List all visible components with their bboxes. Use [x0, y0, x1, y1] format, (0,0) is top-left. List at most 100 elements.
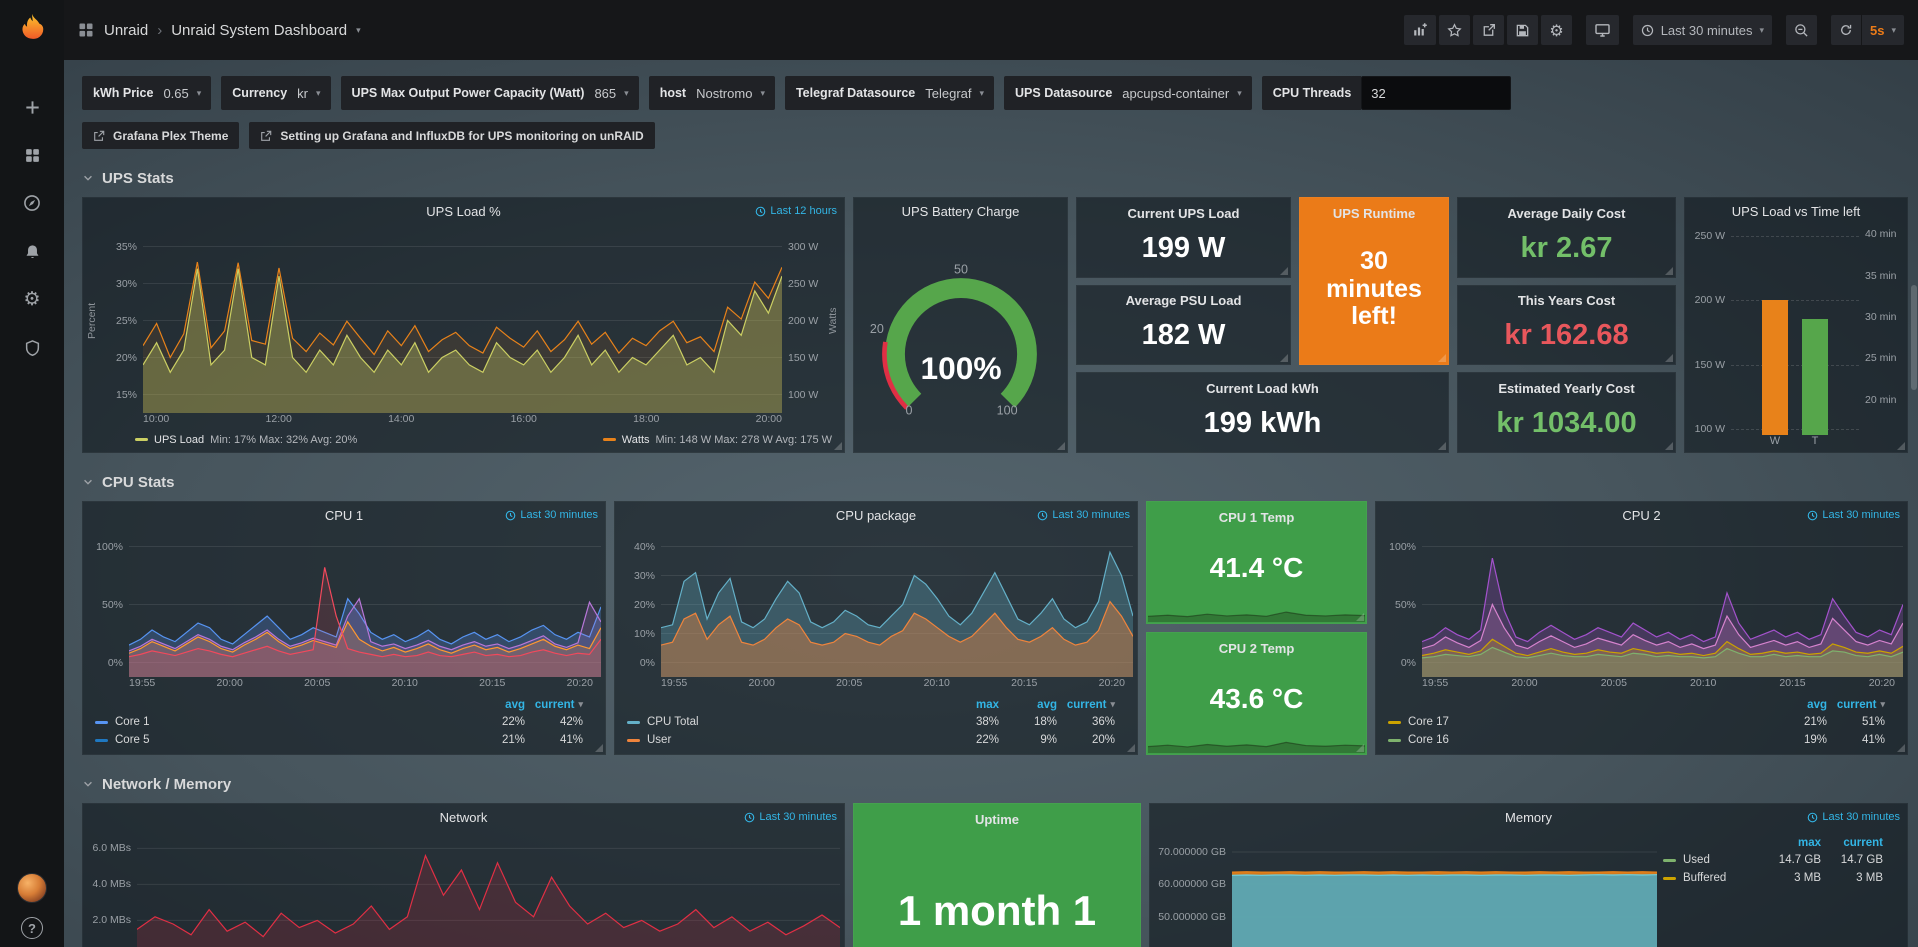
legend-row: Used 14.7 GB 14.7 GB: [1663, 851, 1883, 869]
sidebar-item-configuration[interactable]: ⚙: [10, 280, 54, 318]
scrollbar[interactable]: [1910, 60, 1918, 947]
bar-label: W: [1762, 435, 1788, 452]
add-panel-button[interactable]: [1404, 15, 1436, 45]
legend-series[interactable]: Core 17: [1388, 716, 1769, 728]
panel-title[interactable]: CPU 1 Temp: [1147, 505, 1366, 529]
panel-time-range-link[interactable]: Last 30 minutes: [1807, 811, 1900, 823]
variable-value-dropdown[interactable]: Telegraf▾: [920, 86, 994, 101]
cpu-threads-input[interactable]: [1361, 76, 1511, 110]
panel-title[interactable]: UPS Load %: [83, 204, 844, 219]
legend-value: 19%: [1769, 734, 1827, 746]
legend-series[interactable]: CPU Total: [627, 716, 941, 728]
panel-time-range-link[interactable]: Last 12 hours: [755, 205, 837, 217]
panel-title[interactable]: UPS Runtime: [1300, 201, 1448, 225]
variable-value-dropdown[interactable]: apcupsd-container▾: [1117, 86, 1252, 101]
ts-y: 250 W200 W150 W100 W: [1687, 228, 1731, 435]
legend-col-avg[interactable]: avg: [1769, 699, 1827, 711]
panel-title[interactable]: Estimated Yearly Cost: [1458, 376, 1675, 400]
variable-value-dropdown[interactable]: 0.65▾: [158, 86, 211, 101]
panel-header[interactable]: UPS Battery Charge: [854, 198, 1067, 224]
scrollbar-thumb[interactable]: [1911, 285, 1917, 390]
breadcrumb-app[interactable]: Unraid: [104, 22, 148, 39]
legend-col-max[interactable]: max: [941, 699, 999, 711]
panel-header[interactable]: Network Last 30 minutes: [83, 804, 844, 830]
dashboard-grid-icon[interactable]: [78, 22, 94, 38]
legend-header: max avg current▾: [627, 696, 1115, 713]
panel-header[interactable]: CPU package Last 30 minutes: [615, 502, 1137, 528]
legend-col-avg[interactable]: avg: [467, 699, 525, 711]
panel-header[interactable]: CPU 2 Last 30 minutes: [1376, 502, 1907, 528]
x-tick-label: 20:00: [217, 677, 243, 689]
panel-title[interactable]: Uptime: [854, 807, 1140, 831]
legend-value: 42%: [525, 716, 583, 728]
section-cpu-stats[interactable]: CPU Stats: [82, 463, 1908, 501]
grafana-logo[interactable]: [15, 10, 49, 44]
panel-header[interactable]: UPS Load % Last 12 hours: [83, 198, 844, 224]
sidebar-item-create[interactable]: [10, 88, 54, 126]
legend-series[interactable]: Core 5: [95, 734, 467, 746]
panel-time-range-link[interactable]: Last 30 minutes: [505, 509, 598, 521]
sidebar-item-explore[interactable]: [10, 184, 54, 222]
share-button[interactable]: [1473, 15, 1504, 45]
panel-title[interactable]: Average Daily Cost: [1458, 201, 1675, 225]
dashboard-action-group: ⚙: [1404, 15, 1571, 45]
section-title: CPU Stats: [102, 474, 175, 491]
sidebar-item-help[interactable]: ?: [10, 917, 54, 939]
legend-col-current[interactable]: current▾: [1827, 699, 1885, 711]
ups-load-chart: Percent35%30%25%20%15%300 W250 W200 W150…: [83, 224, 844, 430]
user-avatar[interactable]: [17, 873, 47, 903]
sidebar-item-server-admin[interactable]: [10, 328, 54, 366]
variable-value-dropdown[interactable]: 865▾: [589, 86, 638, 101]
panel-title[interactable]: UPS Load vs Time left: [1685, 204, 1907, 219]
panel-title[interactable]: Current UPS Load: [1077, 201, 1290, 225]
dashboard-settings-button[interactable]: ⚙: [1541, 15, 1571, 45]
save-button[interactable]: [1507, 15, 1538, 45]
legend-series[interactable]: Core 1: [95, 716, 467, 728]
refresh-interval-button[interactable]: 5s ▾: [1862, 15, 1904, 45]
panel-title[interactable]: CPU 2 Temp: [1147, 636, 1366, 660]
variable-value-dropdown[interactable]: kr▾: [292, 86, 330, 101]
panel-header[interactable]: CPU 1 Last 30 minutes: [83, 502, 605, 528]
sidebar-item-dashboards[interactable]: [10, 136, 54, 174]
x-tick-label: 19:55: [661, 677, 687, 689]
panel-title[interactable]: Average PSU Load: [1077, 289, 1290, 313]
sidebar-item-alerting[interactable]: [10, 232, 54, 270]
legend-col-avg[interactable]: avg: [999, 699, 1057, 711]
link-ups-monitoring-guide[interactable]: Setting up Grafana and InfluxDB for UPS …: [249, 122, 654, 149]
legend-series[interactable]: Buffered: [1663, 872, 1759, 884]
panel-title[interactable]: Memory: [1150, 810, 1907, 825]
panel-time-range-link[interactable]: Last 30 minutes: [1037, 509, 1130, 521]
legend-series[interactable]: Used: [1663, 854, 1759, 866]
zoom-out-button[interactable]: [1786, 15, 1817, 45]
section-ups-stats[interactable]: UPS Stats: [82, 159, 1908, 197]
star-button[interactable]: [1439, 15, 1470, 45]
panel-title[interactable]: UPS Battery Charge: [854, 204, 1067, 219]
cycle-view-button[interactable]: [1586, 15, 1619, 45]
legend-col-current[interactable]: current: [1821, 837, 1883, 849]
legend-series[interactable]: Core 16: [1388, 734, 1769, 746]
legend-series[interactable]: User: [627, 734, 941, 746]
link-grafana-plex-theme[interactable]: Grafana Plex Theme: [82, 122, 239, 149]
panel-header[interactable]: Memory Last 30 minutes: [1150, 804, 1907, 830]
caret-down-icon[interactable]: ▾: [356, 26, 361, 35]
panel-header[interactable]: UPS Load vs Time left: [1685, 198, 1907, 224]
panel-title[interactable]: Network: [83, 810, 844, 825]
legend-item-ups-load[interactable]: UPS Load Min: 17% Max: 32% Avg: 20%: [135, 434, 357, 446]
x-tick-label: 20:00: [1511, 677, 1537, 689]
legend-item-watts[interactable]: Watts Min: 148 W Max: 278 W Avg: 175 W: [603, 434, 832, 446]
variable-value-dropdown[interactable]: Nostromo▾: [691, 86, 775, 101]
legend-value: 18%: [999, 716, 1057, 728]
legend-col-current[interactable]: current▾: [525, 699, 583, 711]
panel-title[interactable]: This Years Cost: [1458, 289, 1675, 313]
panel-time-range-link[interactable]: Last 30 minutes: [1807, 509, 1900, 521]
refresh-button[interactable]: [1831, 15, 1861, 45]
panel-time-range-link[interactable]: Last 30 minutes: [744, 811, 837, 823]
gear-icon: ⚙: [1549, 21, 1563, 40]
panel-title[interactable]: Current Load kWh: [1077, 376, 1448, 400]
section-network-memory[interactable]: Network / Memory: [82, 765, 1908, 803]
time-range-button[interactable]: Last 30 minutes ▾: [1633, 15, 1772, 45]
legend-col-max[interactable]: max: [1759, 837, 1821, 849]
legend-col-current[interactable]: current▾: [1057, 699, 1115, 711]
breadcrumb-page[interactable]: Unraid System Dashboard: [171, 22, 347, 39]
dashboard-scroll-area[interactable]: kWh Price 0.65▾ Currency kr▾ UPS Max Out…: [64, 60, 1918, 947]
